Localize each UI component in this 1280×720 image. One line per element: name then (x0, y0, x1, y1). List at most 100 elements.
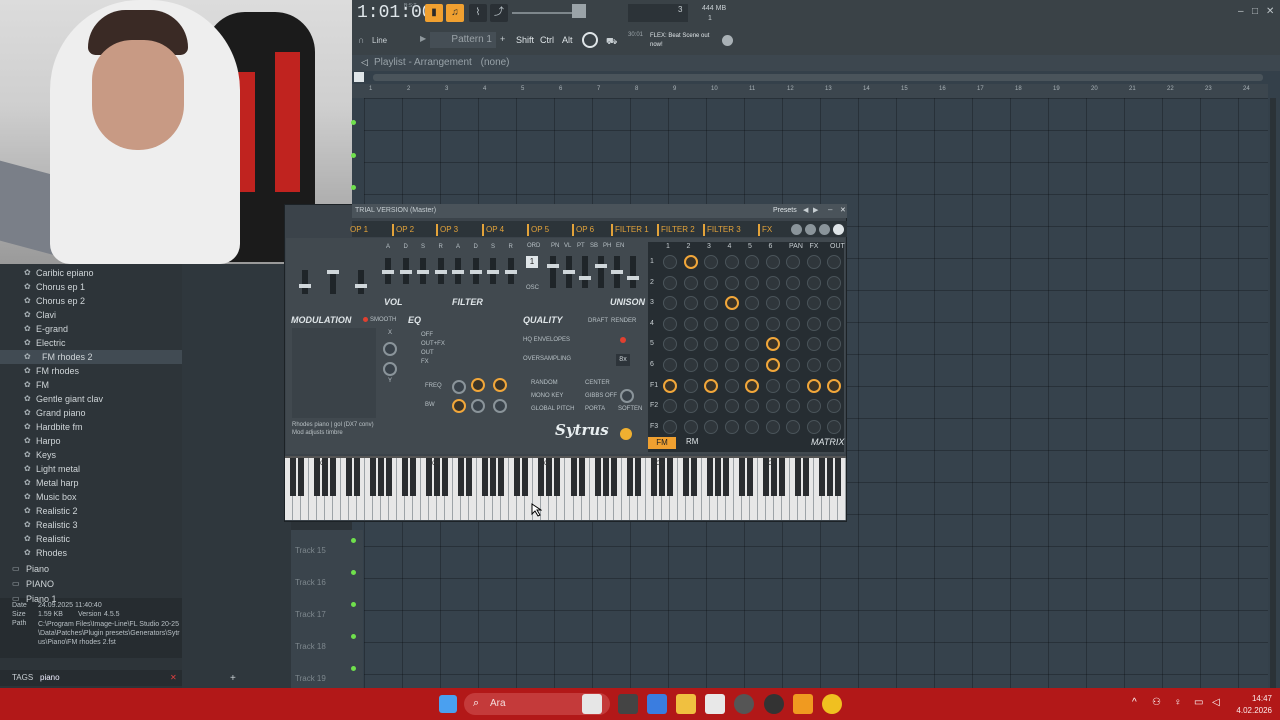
master-pitch-knob[interactable] (572, 4, 586, 18)
matrix-knob[interactable] (827, 255, 841, 269)
matrix-knob[interactable] (663, 275, 677, 290)
black-key[interactable] (442, 458, 449, 496)
track-led[interactable] (351, 570, 356, 575)
sytrus-tab-9[interactable]: FX (758, 224, 772, 236)
black-key[interactable] (746, 458, 753, 496)
matrix-knob[interactable] (724, 296, 739, 311)
matrix-knob[interactable] (806, 337, 821, 352)
prev-preset-icon[interactable]: ◀ (803, 206, 808, 214)
matrix-knob[interactable] (683, 275, 698, 290)
sytrus-tab-8[interactable]: FILTER 3 (703, 224, 741, 236)
black-key[interactable] (602, 458, 609, 496)
matrix-knob[interactable] (683, 399, 698, 414)
add-pattern-icon[interactable]: + (500, 34, 505, 44)
black-key[interactable] (682, 458, 689, 496)
browser-preset[interactable]: ✿ Realistic (0, 532, 182, 546)
eq-mode-fx[interactable]: FX (421, 359, 429, 365)
help-icon[interactable] (722, 35, 733, 46)
black-key[interactable] (818, 458, 825, 496)
op-param-slider[interactable] (611, 256, 623, 288)
op-param-slider[interactable] (547, 256, 559, 288)
matrix-knob[interactable] (704, 316, 718, 331)
browser-preset[interactable]: ✿ Realistic 3 (0, 518, 182, 532)
browser-preset[interactable]: ✿ Chorus ep 1 (0, 280, 182, 294)
matrix-knob[interactable] (745, 255, 759, 269)
browser-preset[interactable]: ✿ Clavi (0, 308, 182, 322)
sytrus-tab-5[interactable]: OP 6 (572, 224, 594, 236)
matrix-knob[interactable] (745, 275, 759, 290)
envelope-slider[interactable] (469, 258, 482, 284)
display-icon[interactable]: ▭ (1194, 697, 1203, 708)
tags-input[interactable]: piano (40, 670, 60, 686)
black-key[interactable] (290, 458, 296, 496)
matrix-knob[interactable] (724, 275, 739, 290)
mono-key-option[interactable]: MONO KEY (531, 393, 563, 399)
matrix-knob[interactable] (806, 275, 821, 290)
matrix-knob[interactable] (806, 316, 821, 331)
matrix-knob[interactable] (745, 316, 759, 331)
browser-preset[interactable]: ✿ Grand piano (0, 406, 182, 420)
matrix-knob[interactable] (786, 378, 800, 393)
black-key[interactable] (386, 458, 393, 496)
eq-freq-knob-3[interactable] (493, 378, 507, 392)
black-key[interactable] (370, 458, 377, 496)
piano-keyboard[interactable]: C3 C4 C5 C6 C7 (285, 456, 846, 520)
porta-option[interactable]: PORTA (585, 406, 605, 412)
sytrus-tab-4[interactable]: OP 5 (527, 224, 549, 236)
browser-preset[interactable]: ✿ Rhodes (0, 546, 182, 560)
piano-roll-icon[interactable] (354, 72, 364, 82)
pattern-mode-button[interactable]: ▮ (425, 4, 443, 22)
speaker-icon[interactable]: ◁ (1212, 697, 1220, 708)
matrix-knob[interactable] (704, 378, 718, 393)
matrix-knob[interactable] (827, 419, 841, 434)
tab-toggle-icon[interactable] (791, 224, 802, 235)
black-key[interactable] (498, 458, 505, 496)
envelope-slider[interactable] (399, 258, 412, 284)
track-led[interactable] (351, 538, 356, 543)
black-key[interactable] (378, 458, 385, 496)
sytrus-tab-3[interactable]: OP 4 (482, 224, 504, 236)
track-name[interactable]: Track 15 (295, 546, 326, 555)
browser-preset[interactable]: ✿ E-grand (0, 322, 182, 336)
black-key[interactable] (578, 458, 585, 496)
sytrus-tab-1[interactable]: OP 2 (392, 224, 414, 236)
shift-button[interactable]: Shift (516, 35, 534, 45)
matrix-knob[interactable] (704, 275, 718, 290)
center-option[interactable]: CENTER (585, 380, 610, 386)
playlist-arrow-icon[interactable]: ◁ (361, 57, 368, 68)
eq-bw-knob-3[interactable] (493, 399, 507, 413)
matrix-knob[interactable] (724, 337, 739, 352)
wait-icon[interactable]: ⤴ (490, 4, 508, 22)
black-key[interactable] (794, 458, 801, 496)
browser-preset[interactable]: ✿ FM rhodes (0, 364, 182, 378)
browser-preset[interactable]: ✿ Light metal (0, 462, 182, 476)
song-mode-button[interactable]: ♫ (446, 4, 464, 22)
network-icon[interactable]: ⚇ (1152, 697, 1161, 708)
track-led[interactable] (351, 602, 356, 607)
chrome-icon[interactable] (822, 694, 842, 714)
matrix-knob[interactable] (827, 316, 841, 331)
smooth-label[interactable]: SMOOTH (370, 317, 396, 323)
hq-render-led[interactable] (620, 337, 626, 343)
black-key[interactable] (634, 458, 641, 496)
black-key[interactable] (626, 458, 633, 496)
matrix-knob[interactable] (765, 296, 780, 311)
browser-preset[interactable]: ✿ Keys (0, 448, 182, 462)
black-key[interactable] (706, 458, 713, 496)
matrix-knob[interactable] (806, 296, 821, 311)
start-icon[interactable] (439, 695, 457, 713)
black-key[interactable] (594, 458, 601, 496)
browser-preset[interactable]: ✿ Music box (0, 490, 182, 504)
matrix-knob[interactable] (724, 378, 739, 393)
matrix-knob[interactable] (724, 316, 739, 331)
matrix-knob[interactable] (765, 378, 780, 393)
close-icon[interactable]: ✕ (1266, 6, 1274, 17)
black-key[interactable] (802, 458, 809, 496)
matrix-knob[interactable] (683, 419, 698, 434)
task-view-icon[interactable] (618, 694, 638, 714)
black-key[interactable] (298, 458, 305, 496)
matrix-knob[interactable] (724, 358, 739, 372)
black-key[interactable] (778, 458, 785, 496)
browser-folder[interactable]: ▭ Piano 1 (0, 592, 182, 606)
eq-bw-knob-1[interactable] (452, 399, 466, 413)
